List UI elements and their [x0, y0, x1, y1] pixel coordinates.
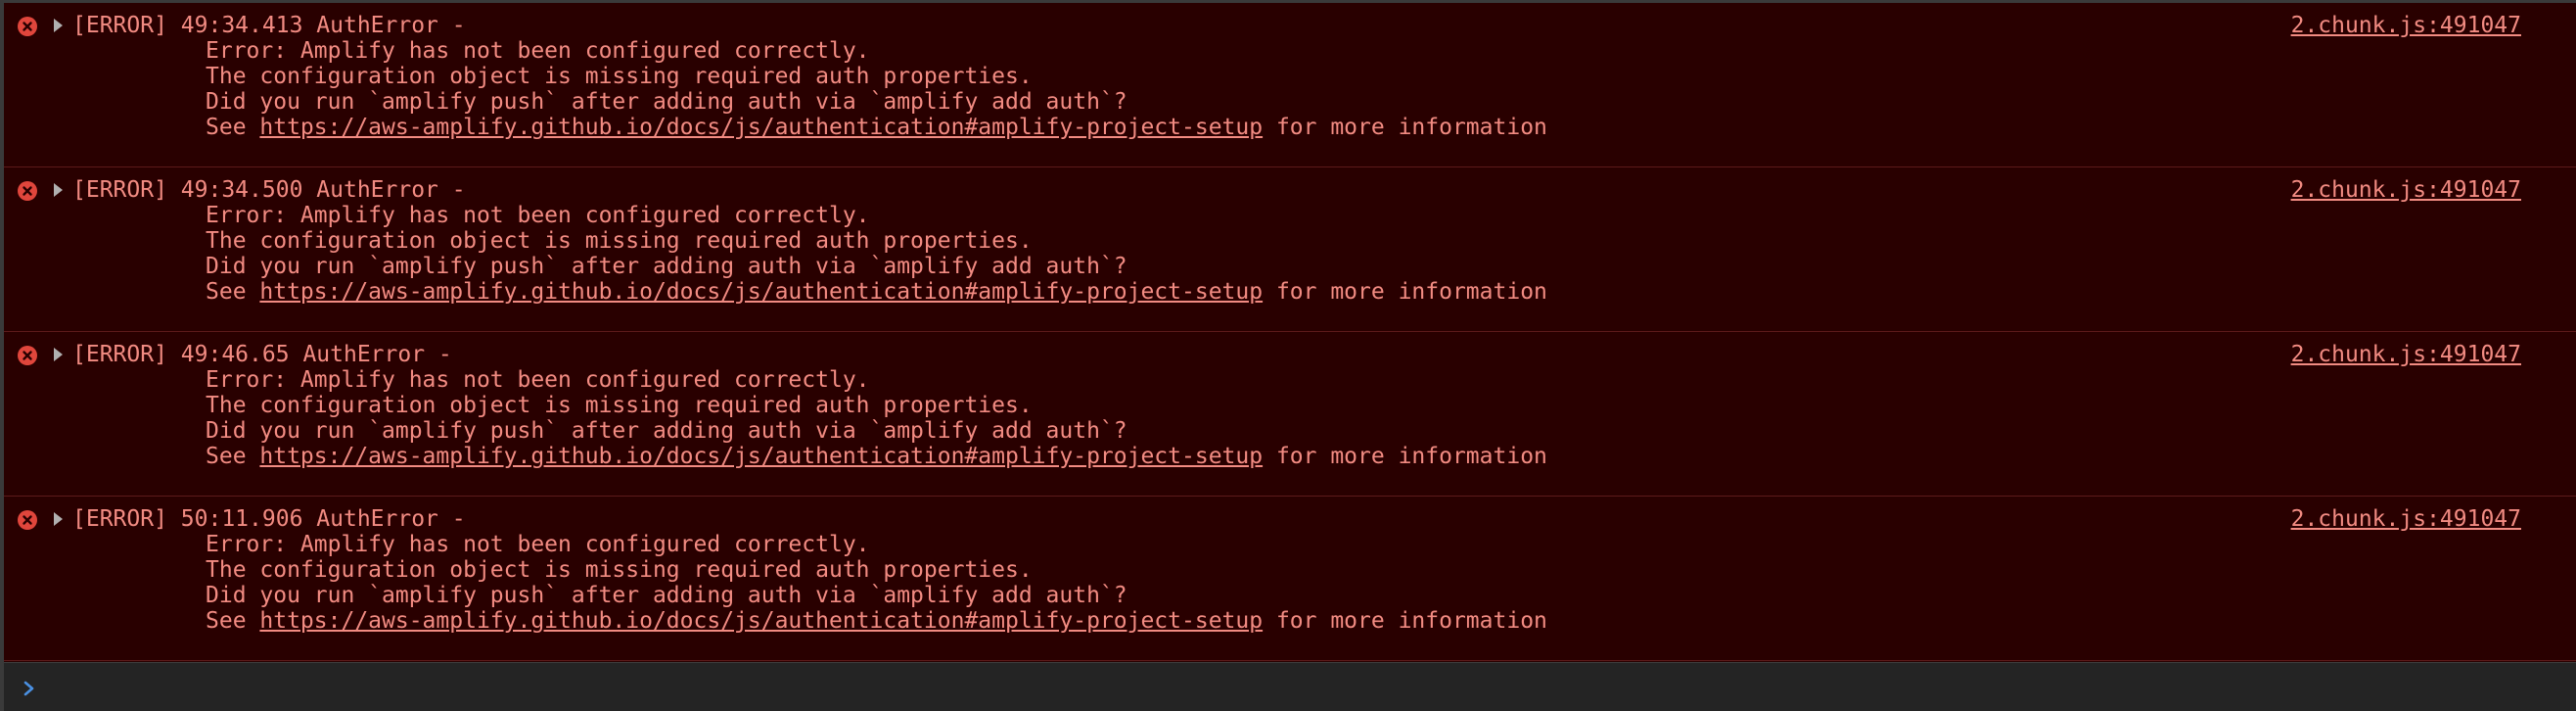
- log-level: [ERROR]: [72, 506, 167, 532]
- error-type: AuthError: [316, 177, 438, 203]
- message-line: The configuration object is missing requ…: [206, 393, 1033, 418]
- timestamp: 49:46.65: [180, 342, 290, 367]
- see-prefix: See: [206, 279, 260, 305]
- console-error-message[interactable]: [ERROR] 49:34.413 AuthError - Error: Amp…: [4, 3, 2576, 167]
- message-line: Did you run `amplify push` after adding …: [206, 583, 1127, 608]
- error-circle-x-icon: [18, 181, 37, 201]
- error-type: AuthError: [316, 506, 438, 532]
- source-link[interactable]: 2.chunk.js:491047: [2291, 506, 2521, 532]
- expand-triangle-icon[interactable]: [54, 183, 63, 197]
- message-line: The configuration object is missing requ…: [206, 557, 1033, 583]
- timestamp: 49:34.500: [180, 177, 303, 203]
- console-messages: [ERROR] 49:34.413 AuthError - Error: Amp…: [4, 3, 2576, 661]
- see-suffix: for more information: [1263, 444, 1547, 469]
- docs-link[interactable]: https://aws-amplify.github.io/docs/js/au…: [259, 608, 1263, 634]
- docs-link[interactable]: https://aws-amplify.github.io/docs/js/au…: [259, 115, 1263, 140]
- message-line: See https://aws-amplify.github.io/docs/j…: [206, 279, 1547, 305]
- expand-triangle-icon[interactable]: [54, 19, 63, 32]
- log-level: [ERROR]: [72, 13, 167, 38]
- chevron-right-icon: [23, 681, 34, 696]
- message-line: See https://aws-amplify.github.io/docs/j…: [206, 115, 1547, 140]
- message-line: See https://aws-amplify.github.io/docs/j…: [206, 608, 1547, 634]
- see-suffix: for more information: [1263, 279, 1547, 305]
- separator: -: [451, 177, 466, 203]
- source-link[interactable]: 2.chunk.js:491047: [2291, 13, 2521, 38]
- error-circle-x-icon: [18, 17, 37, 36]
- timestamp: 50:11.906: [180, 506, 303, 532]
- log-level: [ERROR]: [72, 177, 167, 203]
- source-link[interactable]: 2.chunk.js:491047: [2291, 342, 2521, 367]
- see-suffix: for more information: [1263, 115, 1547, 140]
- message-line: Error: Amplify has not been configured c…: [206, 38, 870, 64]
- message-line: The configuration object is missing requ…: [206, 228, 1033, 254]
- message-line: Error: Amplify has not been configured c…: [206, 367, 870, 393]
- see-suffix: for more information: [1263, 608, 1547, 634]
- console-error-message[interactable]: [ERROR] 49:34.500 AuthError - Error: Amp…: [4, 167, 2576, 332]
- timestamp: 49:34.413: [180, 13, 303, 38]
- message-line: See https://aws-amplify.github.io/docs/j…: [206, 444, 1547, 469]
- separator: -: [437, 342, 452, 367]
- message-line: Did you run `amplify push` after adding …: [206, 418, 1127, 444]
- message-header: [ERROR] 49:46.65 AuthError -: [72, 342, 452, 367]
- message-line: The configuration object is missing requ…: [206, 64, 1033, 89]
- docs-link[interactable]: https://aws-amplify.github.io/docs/js/au…: [259, 444, 1263, 469]
- error-type: AuthError: [316, 13, 438, 38]
- error-circle-x-icon: [18, 510, 37, 530]
- devtools-console: [ERROR] 49:34.413 AuthError - Error: Amp…: [0, 0, 2576, 711]
- message-header: [ERROR] 49:34.500 AuthError -: [72, 177, 466, 203]
- see-prefix: See: [206, 608, 260, 634]
- console-error-message[interactable]: [ERROR] 50:11.906 AuthError - Error: Amp…: [4, 497, 2576, 661]
- error-circle-x-icon: [18, 346, 37, 365]
- message-line: Did you run `amplify push` after adding …: [206, 89, 1127, 115]
- message-line: Error: Amplify has not been configured c…: [206, 203, 870, 228]
- see-prefix: See: [206, 115, 260, 140]
- expand-triangle-icon[interactable]: [54, 348, 63, 361]
- docs-link[interactable]: https://aws-amplify.github.io/docs/js/au…: [259, 279, 1263, 305]
- console-prompt[interactable]: [4, 662, 2576, 711]
- source-link[interactable]: 2.chunk.js:491047: [2291, 177, 2521, 203]
- expand-triangle-icon[interactable]: [54, 512, 63, 526]
- see-prefix: See: [206, 444, 260, 469]
- error-type: AuthError: [302, 342, 426, 367]
- message-line: Did you run `amplify push` after adding …: [206, 254, 1127, 279]
- message-header: [ERROR] 49:34.413 AuthError -: [72, 13, 466, 38]
- separator: -: [451, 13, 466, 38]
- separator: -: [451, 506, 466, 532]
- log-level: [ERROR]: [72, 342, 167, 367]
- message-header: [ERROR] 50:11.906 AuthError -: [72, 506, 466, 532]
- console-error-message[interactable]: [ERROR] 49:46.65 AuthError - Error: Ampl…: [4, 332, 2576, 497]
- message-line: Error: Amplify has not been configured c…: [206, 532, 870, 557]
